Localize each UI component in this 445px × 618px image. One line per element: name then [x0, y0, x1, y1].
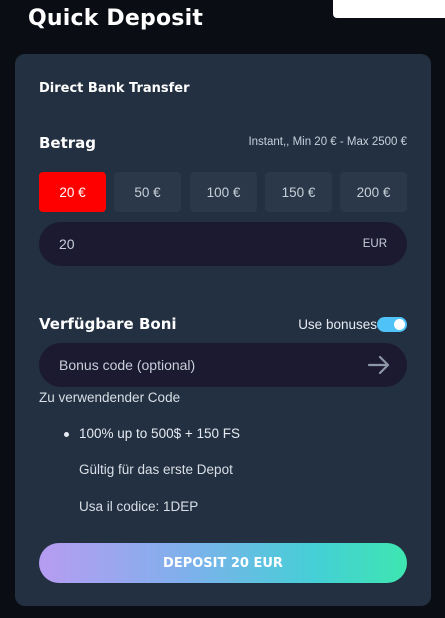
arrow-right-icon[interactable]	[367, 354, 391, 376]
bonus-label: Verfügbare Boni	[39, 315, 177, 333]
amount-preset-200[interactable]: 200 €	[340, 172, 407, 212]
currency-label: EUR	[362, 238, 387, 250]
bonus-valid-for: Gültig für das erste Depot	[79, 462, 233, 477]
deposit-button[interactable]: DEPOSIT 20 EUR	[39, 543, 407, 583]
amount-limits: Instant,, Min 20 € - Max 2500 €	[248, 136, 407, 148]
amount-preset-20[interactable]: 20 €	[39, 172, 106, 212]
use-bonuses-label: Use bonuses	[298, 317, 377, 332]
code-hint: Zu verwendender Code	[39, 390, 181, 405]
page-title: Quick Deposit	[28, 6, 204, 31]
bonus-code-placeholder: Bonus code (optional)	[59, 357, 196, 373]
bonus-code-input[interactable]: Bonus code (optional)	[39, 343, 407, 387]
use-bonuses-toggle[interactable]	[377, 317, 407, 332]
amount-preset-150[interactable]: 150 €	[265, 172, 332, 212]
payment-method-title: Direct Bank Transfer	[39, 81, 190, 96]
toggle-knob	[394, 319, 405, 330]
amount-preset-100[interactable]: 100 €	[190, 172, 257, 212]
bonus-code-text: Usa il codice: 1DEP	[79, 499, 199, 514]
amount-label: Betrag	[39, 134, 97, 152]
amount-value: 20	[59, 236, 75, 252]
amount-input[interactable]: 20 EUR	[39, 222, 407, 266]
amount-presets: 20 € 50 € 100 € 150 € 200 €	[39, 172, 407, 212]
bonus-offer-text: 100% up to 500$ + 150 FS	[79, 426, 240, 441]
deposit-panel: Direct Bank Transfer Betrag Instant,, Mi…	[15, 54, 431, 606]
bullet-dot	[64, 432, 69, 437]
bonus-offer: 100% up to 500$ + 150 FS	[64, 426, 240, 441]
amount-preset-50[interactable]: 50 €	[114, 172, 181, 212]
top-right-overlay	[333, 0, 445, 18]
